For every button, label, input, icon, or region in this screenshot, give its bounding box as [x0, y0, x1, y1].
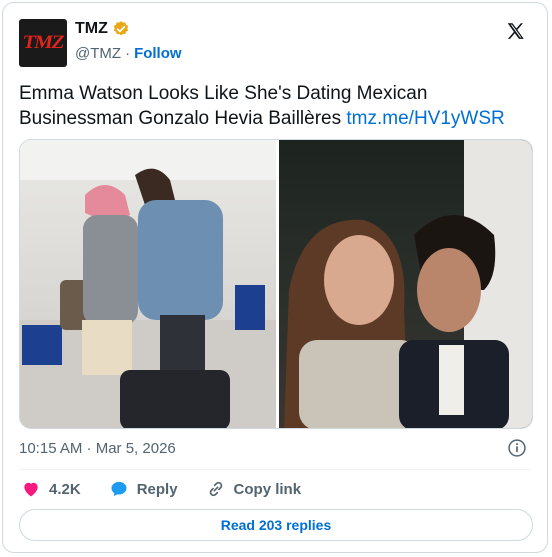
x-logo-icon[interactable] [505, 21, 527, 43]
divider [19, 469, 531, 470]
account-handle[interactable]: @TMZ [75, 45, 121, 62]
account-name[interactable]: TMZ [75, 20, 108, 38]
reply-label: Reply [136, 480, 178, 498]
tmz-logo-text: TMZ [21, 32, 66, 53]
restaurant-photo-illustration [284, 140, 532, 428]
account-avatar[interactable]: TMZ [19, 19, 67, 67]
separator-dot: · [125, 45, 131, 62]
copy-link-label: Copy link [233, 480, 302, 498]
account-handle-row: @TMZ · Follow [75, 45, 182, 62]
tweet-actions: 4.2K Reply Copy link [21, 479, 329, 499]
like-count: 4.2K [49, 480, 81, 498]
reply-bubble-icon [111, 481, 127, 497]
airport-photo-illustration [20, 140, 276, 428]
tweet-text: Emma Watson Looks Like She's Dating Mexi… [19, 81, 529, 131]
tweet-timestamp[interactable]: 10:15 AM · Mar 5, 2026 [19, 440, 176, 457]
reply-button[interactable]: Reply [109, 479, 178, 499]
follow-button[interactable]: Follow [134, 45, 182, 62]
link-icon [209, 481, 222, 497]
account-name-row: TMZ [75, 20, 130, 38]
verified-badge-icon [113, 21, 128, 36]
copy-link-button[interactable]: Copy link [206, 479, 302, 499]
tweet-link[interactable]: tmz.me/HV1yWSR [346, 108, 504, 129]
like-button[interactable]: 4.2K [21, 479, 81, 499]
read-replies-button[interactable]: Read 203 replies [19, 509, 533, 541]
restaurant-photo[interactable] [279, 140, 532, 428]
heart-icon [24, 482, 38, 497]
info-icon[interactable] [507, 438, 527, 458]
airport-photo[interactable] [20, 140, 276, 428]
tweet-media[interactable] [19, 139, 533, 429]
tweet-card: TMZ TMZ @TMZ · Follow Emma Watson Looks … [2, 2, 548, 553]
